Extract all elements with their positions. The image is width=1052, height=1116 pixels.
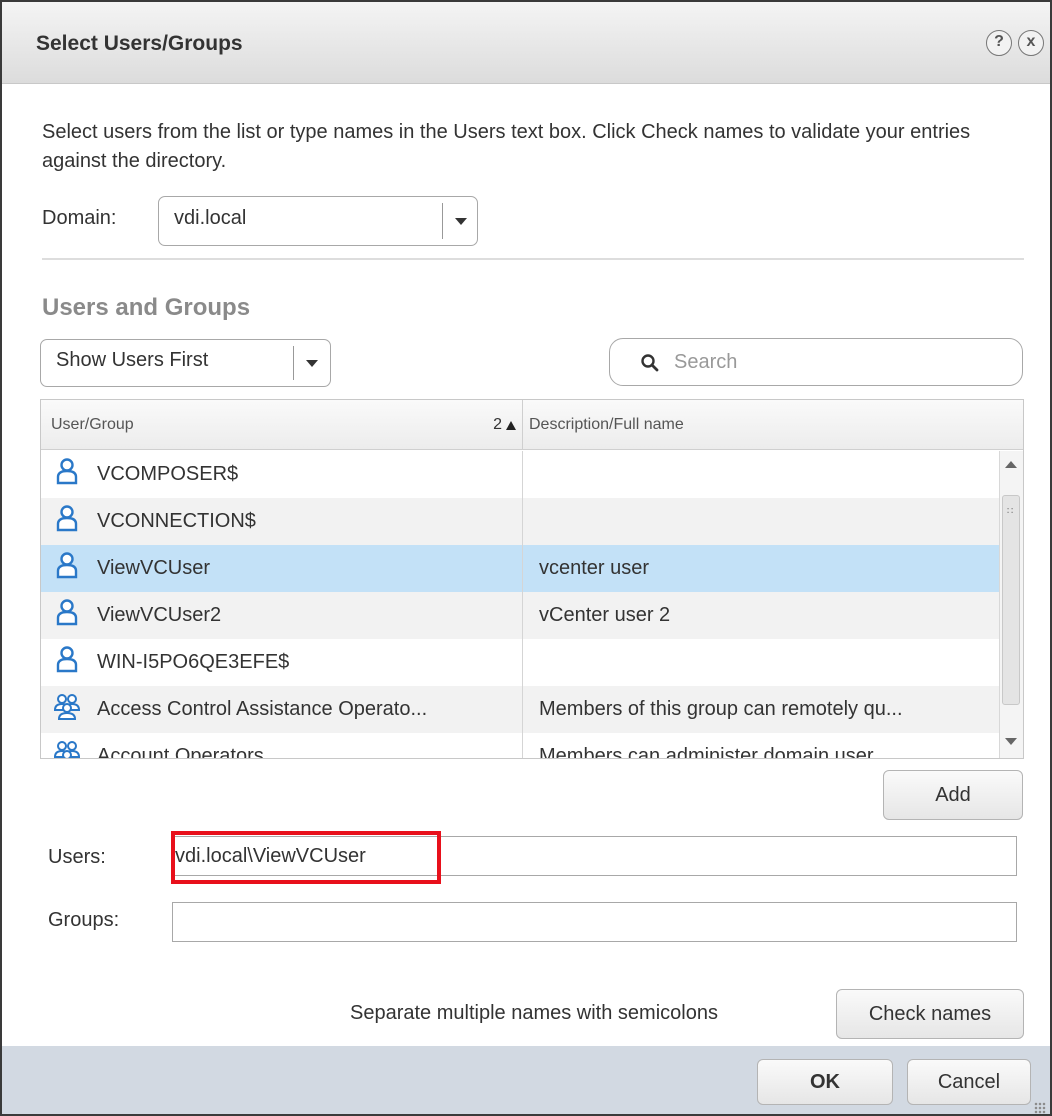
table-row[interactable]: ViewVCUser vcenter user [41,545,999,592]
user-group-cell: VCONNECTION$ [41,498,523,545]
description-cell [523,639,999,686]
user-icon [53,503,81,532]
sort-indicator: 2 [493,400,516,450]
sort-ascending-icon [506,421,516,430]
users-field[interactable] [172,836,1017,876]
description-cell: vcenter user [539,557,650,579]
grip-icon: ∷ [1007,506,1015,517]
user-group-name: VCONNECTION$ [97,510,256,532]
scroll-down-arrow-icon[interactable] [1005,738,1017,745]
search-icon [641,354,659,372]
groups-field[interactable] [172,902,1017,942]
user-icon [53,456,81,485]
table-row[interactable]: VCOMPOSER$ [41,451,999,498]
dialog-footer: OK Cancel [2,1046,1050,1114]
users-label: Users: [48,846,106,868]
user-group-name: ViewVCUser2 [97,604,222,626]
users-groups-table: User/Group 2 Description/Full name VCOMP… [40,399,1024,759]
user-group-cell: Access Control Assistance Operato... [41,686,523,733]
table-row[interactable]: ViewVCUser2 vCenter user 2 [41,592,999,639]
close-icon[interactable]: x [1018,30,1044,56]
check-names-button[interactable]: Check names [836,989,1024,1039]
user-group-cell: ViewVCUser2 [41,592,523,639]
ok-button[interactable]: OK [757,1059,893,1105]
table-row[interactable]: Access Control Assistance Operato... Memb… [41,686,999,733]
table-body: VCOMPOSER$ VCONNECTION$ ViewVCUser vcenter … [41,451,999,759]
description-cell: Members can administer domain user [539,745,874,759]
section-title: Users and Groups [42,294,251,321]
user-icon [53,644,81,673]
user-group-name: ViewVCUser [97,557,210,579]
user-group-name: Account Operators [97,745,264,759]
vertical-scrollbar[interactable]: ∷ [999,451,1023,758]
separator-hint: Separate multiple names with semicolons [350,1002,718,1024]
user-group-name: WIN-I5PO6QE3EFE$ [97,651,290,673]
search-box[interactable] [609,338,1023,386]
user-group-name: Access Control Assistance Operato... [97,698,428,720]
column-header-user-group[interactable]: User/Group 2 [41,400,523,450]
resize-grip-icon[interactable] [1034,1102,1046,1114]
domain-label: Domain: [42,207,117,229]
help-icon[interactable]: ? [986,30,1012,56]
select-users-groups-dialog: Select Users/Groups ? x Select users fro… [0,0,1052,1116]
domain-select-value: vdi.local [174,207,247,229]
group-icon [53,738,81,758]
column-header-description[interactable]: Description/Full name [523,400,1023,450]
table-row[interactable]: Account Operators Members can administer … [41,733,999,759]
table-header: User/Group 2 Description/Full name [41,400,1023,450]
add-button[interactable]: Add [883,770,1023,820]
group-icon [53,691,81,720]
filter-select-value: Show Users First [56,349,209,371]
chevron-down-icon[interactable] [446,197,476,245]
user-group-cell: VCOMPOSER$ [41,451,523,498]
table-row[interactable]: VCONNECTION$ [41,498,999,545]
dialog-title: Select Users/Groups [36,32,243,55]
search-input[interactable] [674,347,1004,377]
users-input[interactable] [175,841,995,871]
description-cell [523,451,999,498]
user-icon [53,597,81,626]
user-group-cell: Account Operators [41,733,523,759]
user-group-cell: WIN-I5PO6QE3EFE$ [41,639,523,686]
groups-label: Groups: [48,909,120,931]
cancel-button[interactable]: Cancel [907,1059,1031,1105]
domain-select[interactable]: vdi.local [158,196,478,246]
user-icon [53,550,81,579]
scroll-up-arrow-icon[interactable] [1005,461,1017,468]
description-cell: Members of this group can remotely qu... [539,698,903,720]
dialog-titlebar[interactable]: Select Users/Groups ? x [2,2,1050,84]
user-group-name: VCOMPOSER$ [97,463,239,485]
chevron-down-icon[interactable] [297,340,327,386]
description-cell [523,498,999,545]
table-row[interactable]: WIN-I5PO6QE3EFE$ [41,639,999,686]
user-group-cell: ViewVCUser [41,545,523,592]
groups-input[interactable] [175,907,995,937]
show-users-first-select[interactable]: Show Users First [40,339,331,387]
divider [42,258,1024,260]
instructions-text: Select users from the list or type names… [42,121,971,172]
description-cell: vCenter user 2 [539,604,671,626]
scrollbar-thumb[interactable]: ∷ [1002,495,1020,705]
